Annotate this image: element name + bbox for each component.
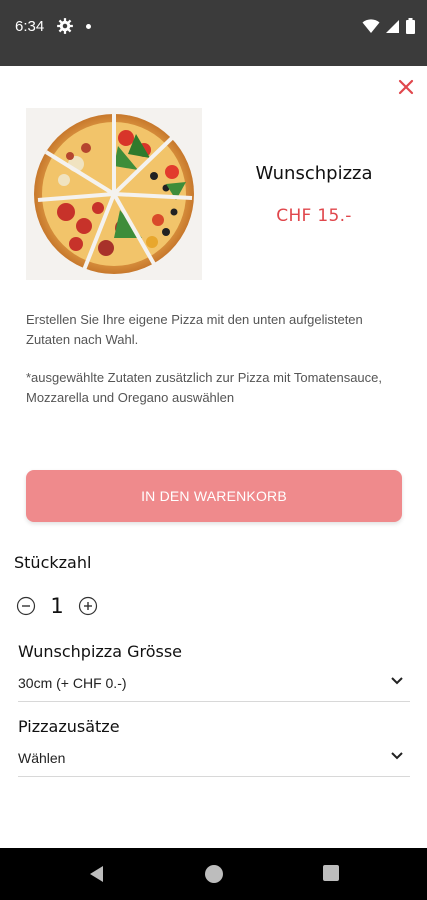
product-description: Erstellen Sie Ihre eigene Pizza mit den … (26, 312, 363, 347)
status-icons (362, 17, 415, 35)
size-option: Wunschpizza Grösse 30cm (+ CHF 0.-) (18, 642, 410, 702)
extras-select[interactable]: Wählen (18, 750, 410, 772)
product-price: CHF 15.- (276, 206, 352, 226)
status-time: 6:34 (15, 18, 45, 35)
gear-icon (57, 18, 73, 34)
back-icon[interactable] (88, 865, 106, 883)
divider (18, 701, 410, 702)
extras-select-value: Wählen (18, 750, 66, 766)
navigation-bar (0, 848, 427, 900)
minus-icon[interactable] (16, 596, 36, 616)
add-to-cart-button[interactable]: IN DEN WARENKORB (26, 470, 402, 522)
quantity-label: Stückzahl (14, 553, 92, 572)
notification-dot-icon (86, 24, 91, 29)
chevron-down-icon (391, 677, 403, 685)
battery-icon (406, 18, 415, 34)
home-icon[interactable] (205, 865, 223, 883)
product-description-block: Erstellen Sie Ihre eigene Pizza mit den … (26, 310, 406, 426)
quantity-value: 1 (50, 594, 64, 618)
close-icon[interactable] (397, 78, 415, 96)
recent-apps-icon[interactable] (323, 865, 339, 881)
extras-option: Pizzazusätze Wählen (18, 717, 410, 777)
product-title: Wunschpizza (255, 163, 373, 184)
product-image (26, 108, 202, 280)
status-bar: 6:34 (0, 0, 427, 66)
plus-icon[interactable] (78, 596, 98, 616)
wifi-icon (362, 19, 380, 33)
extras-option-label: Pizzazusätze (18, 717, 120, 736)
divider (18, 776, 410, 777)
size-select[interactable]: 30cm (+ CHF 0.-) (18, 675, 410, 697)
quantity-stepper: 1 (16, 592, 98, 620)
size-option-label: Wunschpizza Grösse (18, 642, 183, 661)
size-select-value: 30cm (+ CHF 0.-) (18, 675, 127, 691)
product-note: *ausgewählte Zutaten zusätzlich zur Pizz… (26, 370, 382, 405)
signal-icon (386, 20, 399, 33)
chevron-down-icon (391, 752, 403, 760)
